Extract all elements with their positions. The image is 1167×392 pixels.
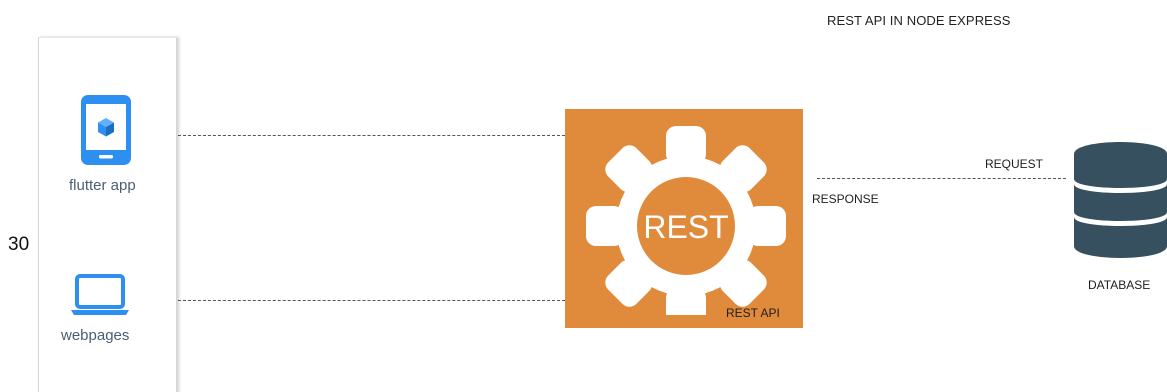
stray-number: 30	[8, 234, 30, 255]
diagram-title: REST API IN NODE EXPRESS	[827, 13, 1011, 28]
gear-icon: REST	[586, 126, 786, 315]
database-icon	[1074, 142, 1167, 258]
gear-text: REST	[643, 209, 728, 245]
rest-api-caption: REST API	[726, 306, 780, 320]
client-label-webpages: webpages	[61, 327, 130, 344]
connector-flutter-to-rest	[178, 135, 565, 136]
client-label-flutter-app: flutter app	[69, 177, 136, 194]
rest-api-box: REST	[565, 109, 803, 328]
diagram-canvas: REST API IN NODE EXPRESS flutter app web…	[0, 0, 1167, 392]
request-label: REQUEST	[985, 157, 1044, 171]
response-label: RESPONSE	[812, 192, 879, 206]
connector-rest-to-database	[817, 178, 1066, 179]
connector-webpages-to-rest	[178, 300, 565, 301]
database-label: DATABASE	[1088, 278, 1151, 292]
laptop-icon	[71, 274, 129, 315]
mobile-app-icon	[81, 95, 131, 165]
